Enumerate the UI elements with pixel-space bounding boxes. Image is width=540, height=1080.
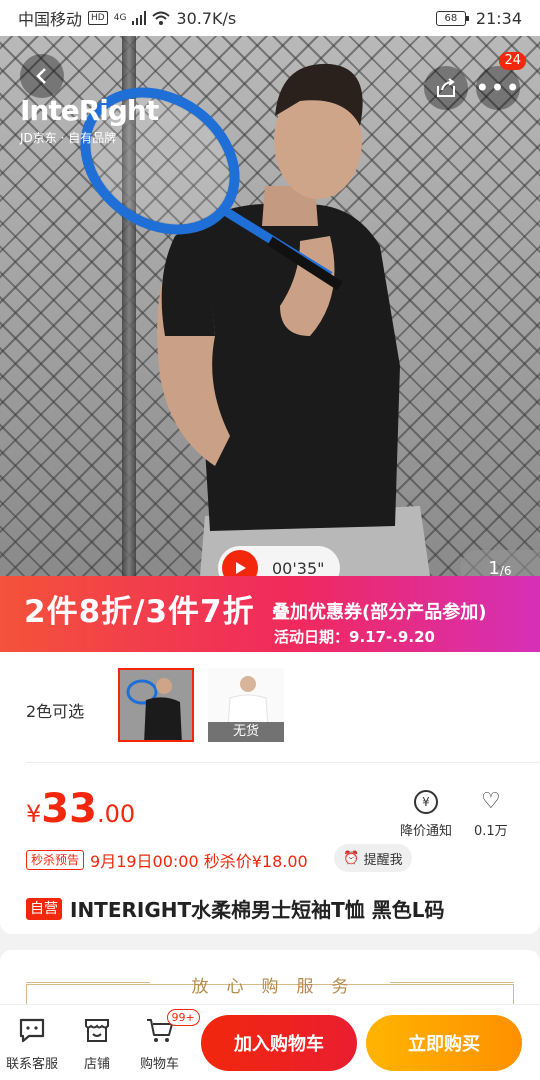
product-title: 自营 INTERIGHT水柔棉男士短袖T恤 黑色L码	[26, 894, 444, 923]
customer-service-label: 联系客服	[6, 1057, 59, 1072]
net-speed: 30.7K/s	[176, 8, 237, 28]
product-info-card: 2色可选 无货 ¥ 33 .00 ¥ 降价通知 ♡ 0.1万 秒杀预告 9月19…	[0, 652, 540, 934]
signal-icon	[132, 11, 147, 25]
color-option-white[interactable]: 无货	[208, 668, 284, 742]
shop-icon	[82, 1015, 112, 1045]
shop-button[interactable]: 店铺	[82, 1015, 112, 1072]
brand-sub-text: JD京东 · 自有品牌	[20, 131, 117, 145]
battery-icon: 68	[435, 10, 469, 26]
alarm-clock-icon: ⏰	[343, 850, 360, 866]
service-title: 放心购服务	[191, 977, 367, 997]
carrier-label: 中国移动	[18, 10, 83, 29]
heart-icon: ♡	[480, 789, 501, 814]
more-button[interactable]: •••	[475, 66, 521, 110]
product-page: 中国移动 HD 4G 30.7K/s 68 21:34 InteRight JD…	[0, 0, 540, 1080]
self-operated-badge: 自营	[26, 897, 62, 920]
back-button[interactable]	[20, 54, 64, 98]
favorite-button[interactable]: ♡ 0.1万	[474, 789, 508, 840]
cart-label: 购物车	[140, 1057, 180, 1072]
price: ¥ 33 .00	[26, 786, 135, 832]
divider	[26, 762, 540, 763]
out-of-stock-label: 无货	[208, 722, 284, 742]
price-drop-notify-button[interactable]: ¥ 降价通知	[400, 790, 452, 839]
cart-count-badge: 99+	[166, 1009, 200, 1026]
product-image-carousel[interactable]: InteRight JD京东 · 自有品牌 ••• 24 00'35" 1 /6	[0, 36, 540, 576]
yen-bell-icon: ¥	[414, 790, 438, 814]
play-icon	[222, 550, 258, 576]
chat-icon	[17, 1015, 47, 1045]
customer-service-button[interactable]: 联系客服	[6, 1015, 58, 1072]
back-arrow-icon	[36, 68, 46, 84]
buy-now-button[interactable]: 立即购买	[366, 1015, 522, 1071]
promo-subline: 叠加优惠券(部分产品参加)	[272, 602, 487, 623]
clock: 21:34	[475, 8, 522, 28]
pager-current: 1	[488, 557, 500, 577]
play-video-button[interactable]: 00'35"	[218, 546, 340, 576]
remind-me-button[interactable]: ⏰ 提醒我	[334, 844, 412, 872]
black-shirt-thumbnail	[120, 670, 192, 740]
color-count-label: 2色可选	[26, 702, 85, 721]
promo-headline: 2件8折/3件7折	[24, 594, 255, 630]
shop-label: 店铺	[83, 1057, 110, 1072]
network-label: 4G	[113, 13, 127, 23]
remind-me-label: 提醒我	[363, 852, 403, 868]
add-to-cart-button[interactable]: 加入购物车	[201, 1015, 357, 1071]
price-currency: ¥	[26, 800, 42, 828]
color-option-black[interactable]	[118, 668, 194, 742]
promo-banner[interactable]: 2件8折/3件7折 叠加优惠券(部分产品参加) 活动日期：9.17-.9.20	[0, 576, 540, 652]
more-badge: 24	[499, 52, 526, 70]
brand-logo-text: InteRight	[20, 94, 159, 127]
cart-icon: 99+	[145, 1009, 200, 1045]
flash-sale-text: 9月19日00:00 秒杀价¥18.00	[90, 852, 308, 871]
wifi-icon	[152, 11, 171, 25]
favorite-count: 0.1万	[474, 824, 508, 839]
pager-total: /6	[499, 563, 512, 577]
cart-button[interactable]: 99+ 购物车	[140, 1009, 200, 1072]
image-pager: 1 /6	[460, 550, 540, 576]
flash-sale-notice: 秒杀预告 9月19日00:00 秒杀价¥18.00	[26, 848, 308, 872]
status-bar: 中国移动 HD 4G 30.7K/s 68 21:34	[0, 0, 540, 36]
flash-sale-tag: 秒杀预告	[26, 850, 85, 870]
battery-level: 68	[444, 12, 458, 24]
share-button[interactable]	[424, 66, 468, 110]
product-name: INTERIGHT水柔棉男士短袖T恤 黑色L码	[70, 898, 445, 922]
video-duration: 00'35"	[272, 558, 325, 577]
price-integer: 33	[41, 786, 97, 832]
more-dots-icon: •••	[475, 74, 521, 102]
share-icon	[437, 78, 455, 97]
price-drop-label: 降价通知	[400, 824, 453, 839]
price-decimal: .00	[96, 800, 136, 828]
brand-watermark: InteRight JD京东 · 自有品牌	[20, 94, 159, 146]
bottom-action-bar: 联系客服 店铺 99+ 购物车 加入购物车 立即购买	[0, 1004, 540, 1080]
promo-date: 活动日期：9.17-.9.20	[274, 628, 435, 646]
hd-icon: HD	[88, 11, 108, 25]
